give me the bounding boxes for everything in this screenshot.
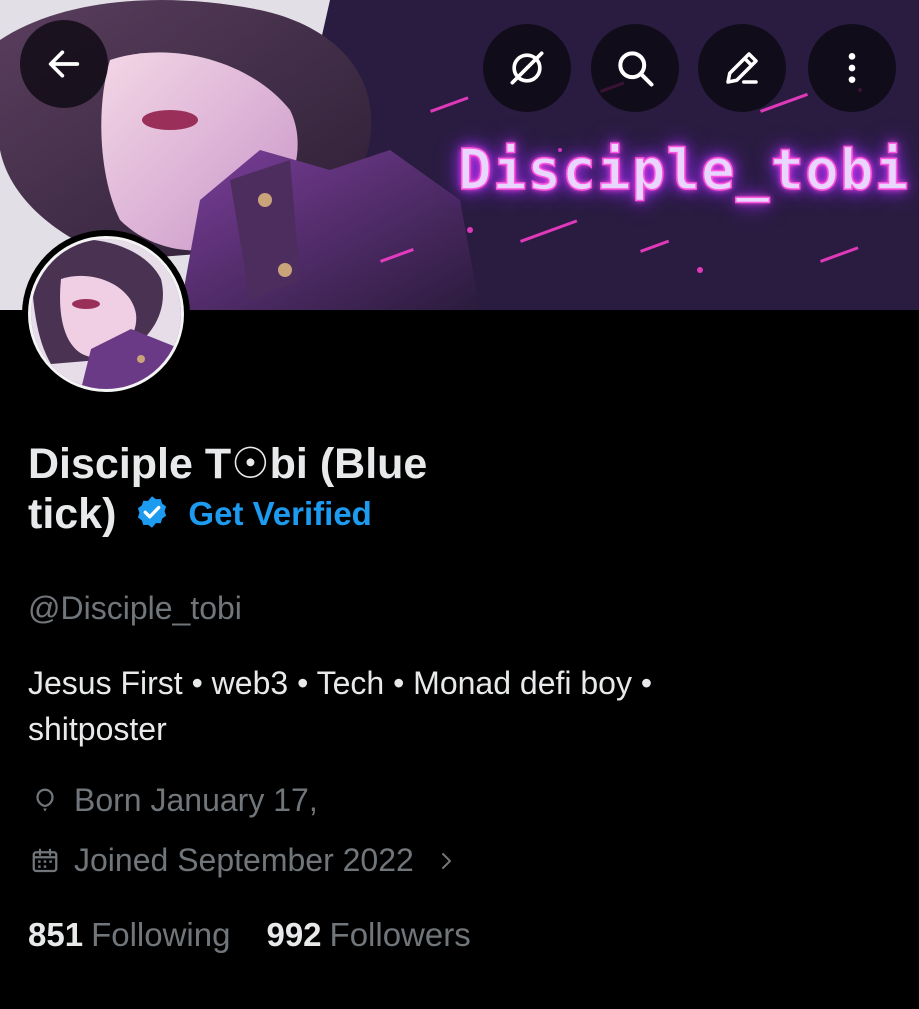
back-button[interactable] (20, 20, 108, 108)
grok-button[interactable] (483, 24, 571, 112)
arrow-left-icon (48, 50, 80, 78)
banner-overlay-text: Disciple_tobi (457, 137, 910, 204)
verified-badge-icon (134, 492, 170, 540)
profile-handle: @Disciple_tobi (28, 590, 242, 626)
search-icon (618, 51, 654, 87)
bio-line: shitposter (28, 711, 167, 747)
display-name-line1: Disciple T☉bi (Blue (28, 440, 428, 488)
followers-link[interactable]: 992 Followers (266, 916, 470, 954)
followers-label: Followers (329, 916, 471, 953)
more-button[interactable] (808, 24, 896, 112)
followers-count: 992 (266, 916, 322, 953)
following-count: 851 (28, 916, 84, 953)
calendar-icon (32, 848, 58, 872)
following-label: Following (91, 916, 231, 953)
joined-text: Joined September 2022 (74, 842, 414, 878)
search-button[interactable] (591, 24, 679, 112)
profile-bio: Jesus First • web3 • Tech • Monad defi b… (28, 660, 788, 752)
avatar-image (28, 236, 184, 392)
follow-stats: 851 Following 992 Followers (28, 916, 507, 954)
birthday-row: Born January 17, (30, 782, 318, 819)
bio-line: Jesus First • web3 • Tech • Monad defi b… (28, 665, 653, 701)
display-name-line2: tick) (28, 490, 117, 538)
birthday-text: Born January 17, (74, 782, 318, 818)
following-link[interactable]: 851 Following (28, 916, 230, 954)
balloon-icon (36, 788, 54, 812)
chevron-right-icon (441, 852, 451, 869)
joined-row[interactable]: Joined September 2022 (30, 842, 472, 879)
get-verified-link[interactable]: Get Verified (188, 490, 371, 538)
more-vertical-icon (848, 53, 856, 83)
grok-icon (510, 51, 544, 85)
profile-screen: Disciple_tobi Disciple T☉bi (Blue tick) … (0, 0, 919, 1009)
avatar[interactable] (22, 230, 190, 398)
edit-pencil-icon (726, 52, 758, 84)
edit-button[interactable] (698, 24, 786, 112)
display-name: Disciple T☉bi (Blue tick) Get Verified (28, 440, 628, 540)
